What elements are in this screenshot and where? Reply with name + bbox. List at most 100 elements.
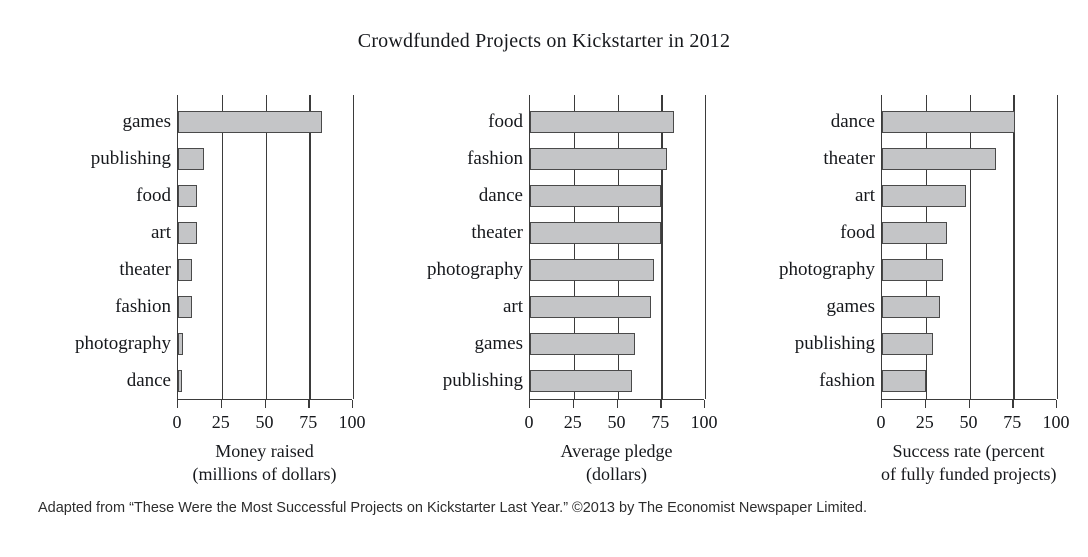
axis-tick: [220, 400, 223, 408]
axis-tick: [264, 400, 266, 408]
bar: [530, 147, 667, 170]
panel-1-bars: [178, 103, 352, 399]
category-label: games: [474, 333, 523, 354]
chart-figure: Crowdfunded Projects on Kickstarter in 2…: [0, 0, 1088, 557]
axis-tick: [1056, 400, 1058, 408]
panels-container: games publishing food art theater fashio…: [0, 95, 1088, 486]
bar-row: [178, 362, 352, 399]
category-label: art: [502, 296, 523, 317]
axis-tick: [660, 400, 662, 408]
bar: [530, 184, 662, 207]
bar-row: [530, 177, 704, 214]
panel-2-bars: [530, 103, 704, 399]
gridline: [1057, 95, 1059, 399]
category-label: publishing: [794, 333, 875, 354]
category-label: photography: [74, 333, 171, 354]
bar: [882, 184, 966, 207]
bar-row: [882, 288, 1056, 325]
axis-tick-label: 75: [651, 412, 670, 432]
panel-1-axis-caption: Money raised (millions of dollars): [177, 440, 352, 486]
category-label: fashion: [819, 370, 875, 391]
category-label: art: [854, 185, 875, 206]
bar-row: [530, 251, 704, 288]
source-caption: Adapted from “These Were the Most Succes…: [38, 500, 867, 516]
bar-row: [178, 288, 352, 325]
axis-label-line: Success rate (percent: [892, 441, 1045, 461]
axis-tick-label: 0: [524, 412, 534, 432]
axis-tick: [924, 400, 927, 408]
bar: [530, 110, 674, 133]
bar: [882, 332, 933, 355]
bar-row: [882, 177, 1056, 214]
panel-3-axis-caption: Success rate (percent of fully funded pro…: [881, 440, 1056, 486]
bar: [178, 184, 198, 207]
bar-row: [530, 362, 704, 399]
panel-2-axis-caption: Average pledge (dollars): [529, 440, 704, 486]
panel-3-category-labels: dance theater art food photography games…: [704, 95, 881, 400]
panel-2-ticks: [529, 400, 706, 412]
category-label: art: [150, 222, 171, 243]
axis-tick-label: 25: [563, 412, 582, 432]
bar: [178, 332, 184, 355]
bar: [530, 258, 655, 281]
panel-success-rate: dance theater art food photography games…: [704, 95, 1088, 486]
axis-tick: [1012, 400, 1014, 408]
axis-tick: [572, 400, 575, 408]
panel-3-plot-area: [881, 95, 1059, 400]
bar-row: [178, 251, 352, 288]
panel-1-plot-area: [177, 95, 355, 400]
axis-tick-label: 75: [299, 412, 318, 432]
category-label: dance: [126, 370, 171, 391]
category-label: fashion: [115, 296, 171, 317]
bar: [178, 258, 192, 281]
axis-label-line: Average pledge: [560, 441, 673, 461]
axis-tick-label: 100: [1042, 412, 1070, 432]
category-label: dance: [478, 185, 523, 206]
panel-3-plot-row: dance theater art food photography games…: [704, 95, 1088, 400]
axis-tick-label: 50: [255, 412, 274, 432]
panel-2-tick-labels: 0 25 50 75 100: [525, 412, 718, 436]
category-label: games: [122, 111, 171, 132]
category-label: photography: [778, 259, 875, 280]
bar: [178, 295, 192, 318]
category-label: publishing: [90, 148, 171, 169]
bar-row: [178, 140, 352, 177]
bar-row: [530, 140, 704, 177]
bar-row: [882, 362, 1056, 399]
bar: [882, 110, 1015, 133]
axis-tick-label: 50: [607, 412, 626, 432]
axis-tick: [968, 400, 970, 408]
bar: [882, 221, 947, 244]
panel-2-plot-area: [529, 95, 707, 400]
panel-1-ticks: [177, 400, 354, 412]
panel-1-category-labels: games publishing food art theater fashio…: [0, 95, 177, 400]
axis-tick-label: 25: [915, 412, 934, 432]
bar-row: [530, 214, 704, 251]
axis-label-line: of fully funded projects): [881, 464, 1057, 484]
bar-row: [178, 103, 352, 140]
bar: [530, 221, 662, 244]
bar-row: [530, 288, 704, 325]
chart-title: Crowdfunded Projects on Kickstarter in 2…: [357, 30, 731, 52]
category-label: food: [136, 185, 171, 206]
panel-3-tick-labels: 0 25 50 75 100: [877, 412, 1070, 436]
panel-average-pledge: food fashion dance theater photography a…: [352, 95, 718, 486]
category-label: publishing: [442, 370, 523, 391]
bar: [178, 147, 205, 170]
axis-tick: [529, 400, 531, 408]
axis-tick: [177, 400, 179, 408]
bar-row: [882, 251, 1056, 288]
bar-row: [178, 325, 352, 362]
bar: [530, 295, 651, 318]
bar: [882, 258, 944, 281]
bar-row: [882, 140, 1056, 177]
bar-row: [178, 214, 352, 251]
category-label: food: [488, 111, 523, 132]
category-label: dance: [830, 111, 875, 132]
bar-row: [178, 177, 352, 214]
panel-3-axis: 0 25 50 75 100 Success rate (percent of fully…: [877, 400, 1070, 486]
bar: [530, 332, 635, 355]
axis-tick-label: 0: [876, 412, 886, 432]
panel-2-category-labels: food fashion dance theater photography a…: [352, 95, 529, 400]
bar: [178, 369, 182, 392]
